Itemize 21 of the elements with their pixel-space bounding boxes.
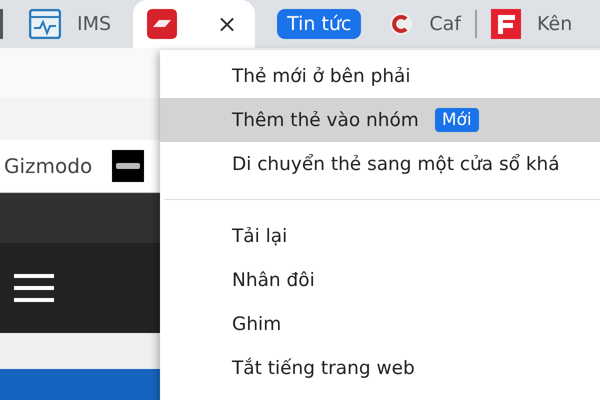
tab-group-label[interactable]: Tin tức: [277, 9, 362, 39]
bookmark-icon[interactable]: [112, 150, 144, 182]
browser-tab[interactable]: ×: [133, 0, 256, 48]
menu-item[interactable]: Thêm thẻ vào nhóm Mới: [160, 98, 600, 142]
c-logo-icon: [389, 12, 414, 36]
flag-logo-icon: [491, 9, 521, 39]
close-button[interactable]: ×: [212, 10, 242, 38]
gk-logo-icon: [147, 9, 178, 39]
new-badge: Mới: [434, 108, 479, 132]
menu-item[interactable]: Ghim: [160, 302, 600, 346]
menu-icon[interactable]: [14, 274, 54, 302]
bookmark-link[interactable]: Gizmodo: [4, 154, 92, 178]
menu-item[interactable]: Thẻ mới ở bên phải: [160, 54, 600, 98]
menu-item[interactable]: Tắt tiếng trang web: [160, 346, 600, 390]
monitor-icon: [29, 9, 61, 39]
browser-tab[interactable]: Kên: [477, 0, 586, 48]
menu-item[interactable]: Nhân đôi: [160, 258, 600, 302]
browser-tab[interactable]: IMS: [15, 0, 126, 48]
browser-tab[interactable]: Caf: [375, 0, 475, 48]
menu-item[interactable]: Tải lại: [160, 214, 600, 258]
menu-item[interactable]: Di chuyển thẻ sang một cửa sổ khá: [160, 142, 600, 186]
